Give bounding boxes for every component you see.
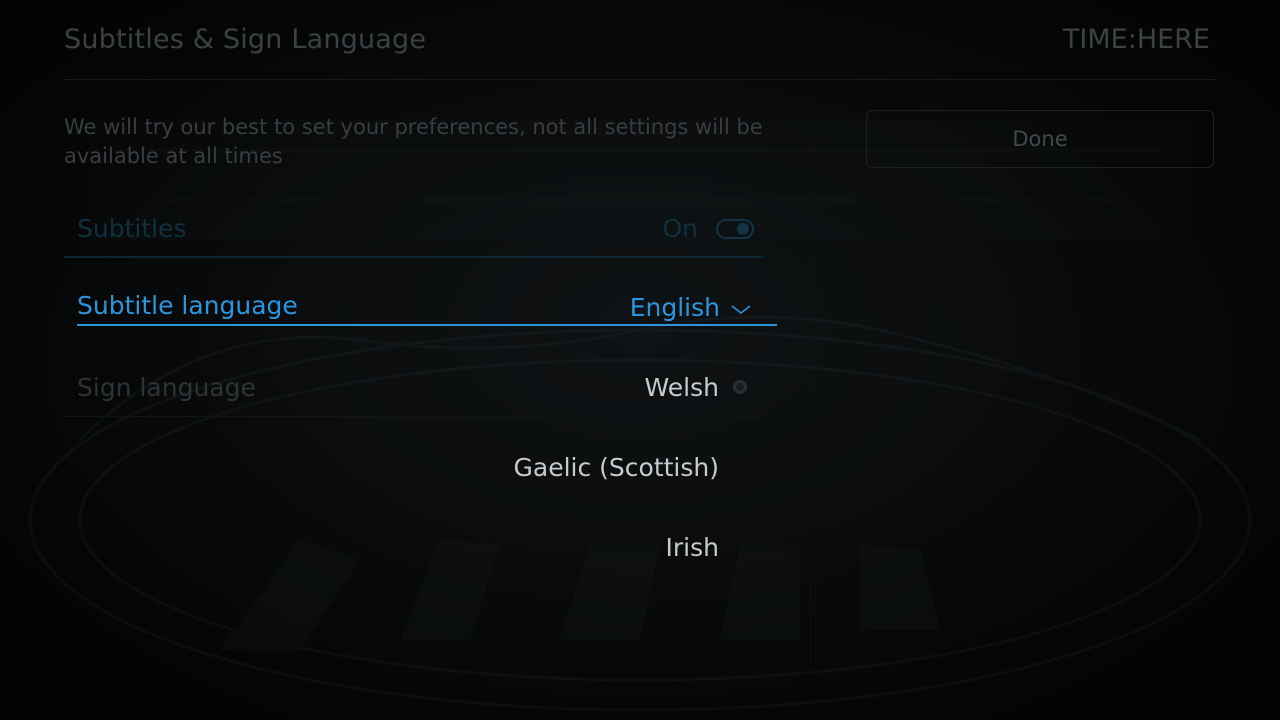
toggle-switch-icon[interactable] [716,219,754,239]
row-divider [64,416,764,417]
row-divider [64,256,764,258]
subtitles-settings-screen: Subtitles & Sign Language TIME:HERE We w… [0,0,1280,720]
done-button[interactable]: Done [866,110,1214,168]
vignette-overlay [0,0,1280,720]
language-option-irish[interactable]: Irish [666,533,719,562]
subtitles-label: Subtitles [77,214,187,243]
chevron-down-icon[interactable] [731,305,751,315]
subtitle-language-row[interactable]: Subtitle language English [77,285,777,329]
intro-text: We will try our best to set your prefere… [64,115,763,168]
subtitles-setting-row[interactable]: Subtitles On [64,205,764,261]
subtitle-language-label: Subtitle language [77,291,298,320]
subtitle-language-value: English [629,293,720,322]
language-option-welsh[interactable]: Welsh [645,373,719,402]
header-divider [64,79,1216,80]
radio-indicator-icon [733,380,747,394]
subtitles-value: On [662,214,698,243]
language-option-gaelic[interactable]: Gaelic (Scottish) [514,453,720,482]
sign-language-label: Sign language [77,373,256,402]
column-divider [810,130,811,670]
toggle-knob [737,223,749,235]
clock-time: TIME:HERE [1062,24,1210,55]
page-title: Subtitles & Sign Language [64,24,427,55]
focus-underline [77,324,777,326]
